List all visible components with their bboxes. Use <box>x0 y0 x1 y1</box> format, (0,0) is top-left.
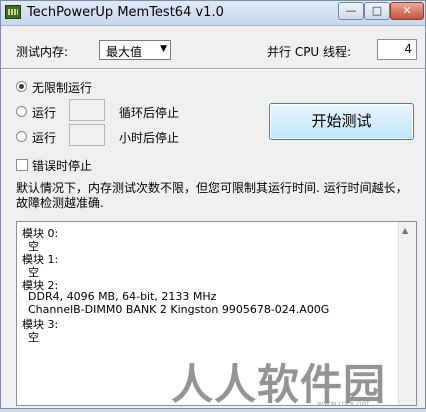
minimize-button[interactable]: — <box>338 2 364 20</box>
radio-unlimited[interactable] <box>16 81 27 92</box>
hours-suffix-label: 小时后停止 <box>119 131 180 145</box>
threads-input[interactable]: 4 <box>377 39 417 60</box>
output-line: 空 <box>28 331 39 344</box>
memory-select-value: 最大值 <box>106 45 143 59</box>
title-bar[interactable]: TechPowerUp MemTest64 v1.0 — □ ✕ <box>1 1 425 26</box>
threads-label: 并行 CPU 线程: <box>267 45 352 59</box>
loops-input[interactable] <box>69 99 105 121</box>
output-line: DDR4, 4096 MB, 64-bit, 2133 MHz <box>28 290 217 303</box>
radio-unlimited-label[interactable]: 无限制运行 <box>32 79 92 96</box>
output-line: ChannelB-DIMM0 BANK 2 Kingston 9905678-0… <box>28 303 330 316</box>
window-title: TechPowerUp MemTest64 v1.0 <box>27 5 224 20</box>
start-test-button[interactable]: 开始测试 <box>269 103 414 140</box>
memory-label: 测试内存: <box>16 45 69 59</box>
dropdown-arrow-icon: ▼ <box>160 44 167 54</box>
stop-on-error-checkbox[interactable] <box>16 159 28 171</box>
radio-hours[interactable] <box>16 131 27 142</box>
radio-loops[interactable] <box>16 106 27 117</box>
stop-on-error-label[interactable]: 错误时停止 <box>32 157 92 174</box>
watermark-url: www.rrxx.net <box>317 399 370 408</box>
hours-input[interactable] <box>69 124 105 146</box>
description-text: 默认情况下，内存测试次数不限，但您可限制其运行时间. 运行时间越长，故障检测越准… <box>16 181 408 210</box>
radio-loops-label[interactable]: 运行 <box>32 104 56 121</box>
output-scrollbar[interactable]: ▲ <box>398 222 416 405</box>
maximize-button[interactable]: □ <box>364 2 390 20</box>
loops-suffix-label: 循环后停止 <box>119 106 180 120</box>
close-button[interactable]: ✕ <box>390 2 424 20</box>
scroll-up-arrow-icon[interactable]: ▲ <box>402 226 408 235</box>
app-window: TechPowerUp MemTest64 v1.0 — □ ✕ 测试内存: 最… <box>0 0 426 409</box>
memory-chip-icon <box>5 5 21 19</box>
radio-hours-label[interactable]: 运行 <box>32 129 56 146</box>
memory-select[interactable]: 最大值 ▼ <box>99 40 171 60</box>
divider <box>1 68 425 70</box>
